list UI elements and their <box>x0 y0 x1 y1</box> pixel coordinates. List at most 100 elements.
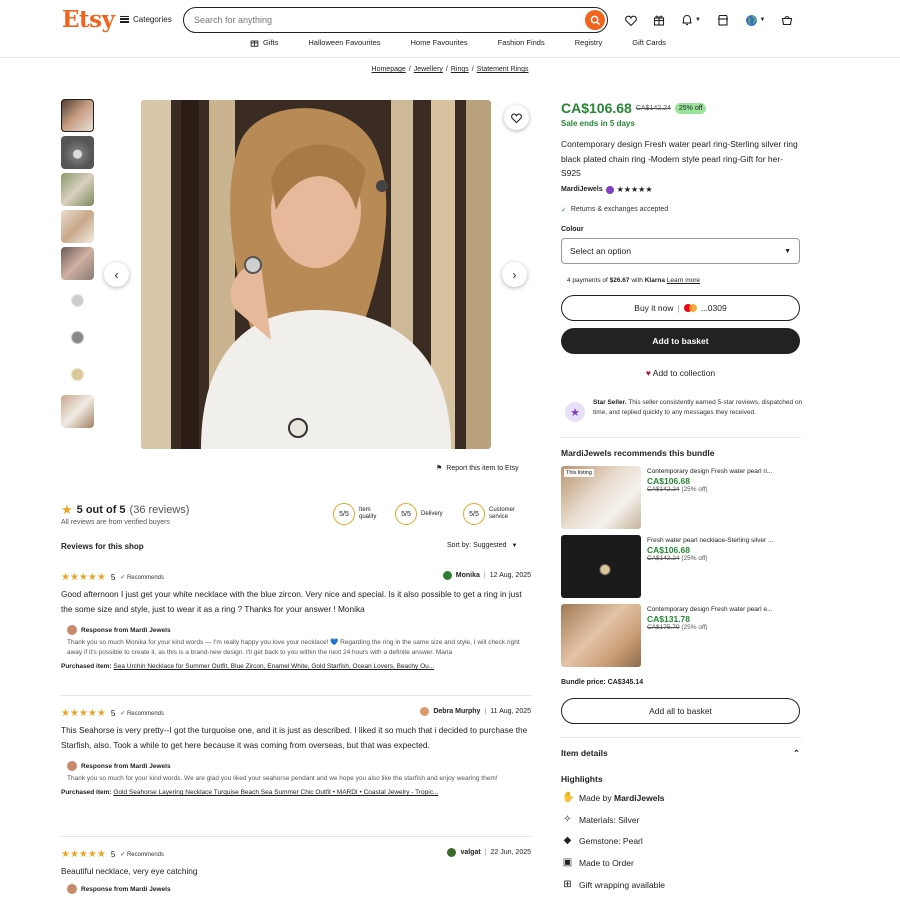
purchased-item: Purchased item: Sea Urchin Necklace for … <box>61 663 435 670</box>
next-image-button[interactable]: › <box>502 262 527 287</box>
avatar <box>67 884 77 894</box>
returns-info: ✓ Returns & exchanges accepted <box>561 206 669 214</box>
menu-icon <box>120 14 129 24</box>
seller-response: Response from Mardi Jewels <box>67 884 531 894</box>
original-price: CA$142.24 <box>635 104 671 112</box>
shop-icon[interactable] <box>716 13 730 27</box>
bundle-item-image[interactable] <box>561 535 641 598</box>
breadcrumb-rings[interactable]: Rings <box>451 66 469 73</box>
bell-icon[interactable]: ▼ <box>680 13 702 27</box>
nav-item-gifts[interactable]: Gifts <box>250 38 278 47</box>
highlight-made-to-order: ▣ Made to Order <box>562 857 634 868</box>
review-divider <box>61 836 531 837</box>
review-card: ★★★★★ 5 ✓ Recommends valgat | 22 Jun, 20… <box>61 848 531 894</box>
recommends-label: ✓ Recommends <box>120 851 164 858</box>
gift-icon: ⊞ <box>563 879 572 890</box>
thumbnail-list <box>61 99 94 432</box>
thumbnail[interactable] <box>61 358 94 391</box>
buy-now-button[interactable]: Buy it now | ...0309 <box>561 295 800 321</box>
nav-item-fashion[interactable]: Fashion Finds <box>498 38 545 47</box>
basket-icon[interactable] <box>780 13 794 27</box>
bundle-item-price: CA$106.68 <box>647 545 691 555</box>
section-divider <box>561 737 801 738</box>
tools-icon: ✧ <box>563 814 572 825</box>
chevron-down-icon: ▼ <box>511 543 518 549</box>
nav-item-halloween[interactable]: Halloween Favourites <box>308 38 380 47</box>
thumbnail[interactable] <box>61 395 94 428</box>
sort-dropdown[interactable]: Sort by: Suggested ▼ <box>447 542 517 549</box>
main-product-image[interactable] <box>141 100 491 449</box>
add-to-basket-button[interactable]: Add to basket <box>561 328 800 354</box>
highlights-heading: Highlights <box>561 774 603 784</box>
review-user[interactable]: valgat <box>460 849 480 856</box>
nav-item-home[interactable]: Home Favourites <box>411 38 468 47</box>
bundle-item-image[interactable] <box>561 604 641 667</box>
etsy-logo[interactable]: Etsy <box>62 6 115 33</box>
thumbnail[interactable] <box>61 321 94 354</box>
thumbnail[interactable] <box>61 99 94 132</box>
purchased-item-link[interactable]: Gold Seahorse Layering Necklace Turquise… <box>113 789 438 796</box>
bundle-item-title[interactable]: Fresh water pearl necklace-Sterling silv… <box>647 537 799 544</box>
review-date: 11 Aug, 2025 <box>490 708 531 715</box>
breadcrumb-jewellery[interactable]: Jewellery <box>414 66 443 73</box>
header-icons: ▼ ▼ <box>624 13 794 27</box>
item-details-toggle[interactable]: Item details ⌃ <box>561 748 800 759</box>
klarna-info: 4 payments of $26.67 with Klarna Learn m… <box>567 277 701 284</box>
add-to-collection-button[interactable]: ♥ Add to collection <box>561 368 800 378</box>
favourite-button[interactable] <box>504 105 529 130</box>
highlight-materials: ✧ Materials: Silver <box>563 814 640 825</box>
avatar <box>67 761 77 771</box>
bundle-item-image[interactable]: This listing <box>561 466 641 529</box>
learn-more-link[interactable]: Learn more <box>667 277 700 284</box>
thumbnail[interactable] <box>61 136 94 169</box>
chevron-down-icon: ▼ <box>784 247 791 255</box>
breadcrumb-statement-rings[interactable]: Statement Rings <box>477 66 529 73</box>
categories-button[interactable]: Categories <box>120 14 172 24</box>
review-card: ★★★★★ 5 ✓ Recommends Debra Murphy | 11 A… <box>61 707 531 796</box>
shop-link[interactable]: MardiJewels <box>614 793 665 803</box>
thumbnail[interactable] <box>61 247 94 280</box>
review-date: 12 Aug, 2025 <box>489 572 531 579</box>
nav-item-gift-cards[interactable]: Gift Cards <box>632 38 666 47</box>
globe-icon[interactable]: ▼ <box>744 13 766 27</box>
thumbnail[interactable] <box>61 173 94 206</box>
review-user[interactable]: Debra Murphy <box>433 708 480 715</box>
gift-icon[interactable] <box>652 13 666 27</box>
purchased-item: Purchased item: Gold Seahorse Layering N… <box>61 789 439 796</box>
star-seller-icon <box>605 185 614 194</box>
thumbnail[interactable] <box>61 210 94 243</box>
category-nav: Gifts Halloween Favourites Home Favourit… <box>0 38 900 47</box>
review-rating: 5 <box>110 708 116 718</box>
colour-select[interactable]: Select an option ▼ <box>561 238 800 264</box>
search-input[interactable]: Search for anything <box>183 7 608 33</box>
purchased-item-link[interactable]: Sea Urchin Necklace for Summer Outfit, B… <box>113 663 434 670</box>
star-seller-icon: ★ <box>565 402 585 422</box>
bundle-item: Contemporary design Fresh water pearl e.… <box>561 604 801 667</box>
seller-name[interactable]: MardiJewels <box>561 186 603 193</box>
mastercard-icon <box>683 304 697 312</box>
this-listing-tag: This listing <box>564 469 594 477</box>
review-user[interactable]: Monika <box>456 572 480 579</box>
bundle-item-title[interactable]: Contemporary design Fresh water pearl ri… <box>647 468 799 475</box>
recommends-label: ✓ Recommends <box>120 710 164 717</box>
heart-icon[interactable] <box>624 13 638 27</box>
add-all-to-basket-button[interactable]: Add all to basket <box>561 698 800 724</box>
response-text: Thank you so much Monika for your kind w… <box>67 639 520 656</box>
current-price: CA$106.68 <box>561 100 632 116</box>
nav-item-registry[interactable]: Registry <box>575 38 603 47</box>
review-text: Good afternoon I just get your white nec… <box>61 589 522 614</box>
bundle-item-title[interactable]: Contemporary design Fresh water pearl e.… <box>647 606 799 613</box>
review-date: 22 Jun, 2025 <box>490 849 531 856</box>
avatar <box>442 571 452 580</box>
review-card: ★★★★★ 5 ✓ Recommends Monika | 12 Aug, 20… <box>61 571 531 670</box>
previous-image-button[interactable]: ‹ <box>104 262 129 287</box>
response-text: Thank you so much for your kind words. W… <box>67 775 498 782</box>
recommends-label: ✓ Recommends <box>120 574 164 581</box>
breadcrumb-homepage[interactable]: Homepage <box>372 66 406 73</box>
bundle-item: This listing Contemporary design Fresh w… <box>561 466 801 529</box>
thumbnail[interactable] <box>61 284 94 317</box>
star-icon: ★ <box>61 502 73 517</box>
chevron-up-icon: ⌃ <box>792 748 800 758</box>
report-link[interactable]: ⚑ Report this item to Etsy <box>436 464 519 473</box>
search-button[interactable] <box>585 10 605 30</box>
